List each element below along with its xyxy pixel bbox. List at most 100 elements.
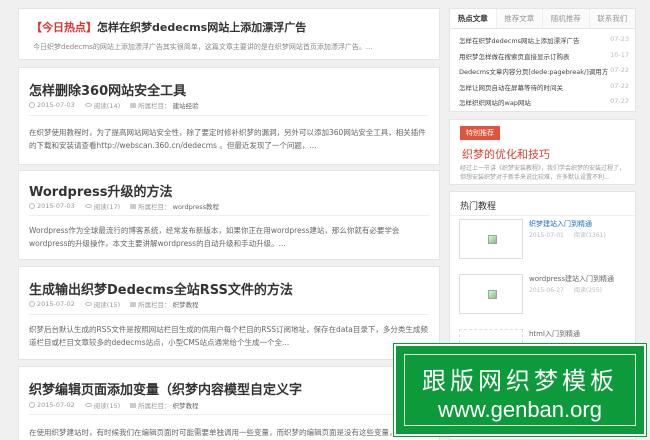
list-item-title: 怎样让网页自动在屏幕等待的时间关 — [459, 83, 563, 92]
hot-title-text: 怎样在织梦dedecms网站上添加漂浮广告 — [97, 21, 307, 34]
tutorial-views: 阅读(1361) — [573, 232, 606, 239]
tab-recommended[interactable]: 推荐文章 — [496, 9, 543, 28]
category-link[interactable]: 建站经验 — [173, 100, 199, 110]
list-item-date: 07-23 — [610, 35, 629, 43]
article-views: 阅读(17) — [93, 203, 121, 211]
article-meta: 2015-07-03 阅读(17) 所属栏目： wordpress教程 — [29, 201, 219, 211]
broken-image-icon — [488, 235, 497, 244]
hot-description: 今日织梦dedecms的网站上添加漂浮广告其实很简单，这篇文章主要讲的是在织梦网… — [33, 43, 373, 51]
today-hot-card: 【今日热点】怎样在织梦dedecms网站上添加漂浮广告 今日织梦dedecms的… — [18, 8, 440, 60]
special-recommend-box: 特别推荐 织梦的优化和技巧 经过上一节讲《织梦安装教程》，我们学会织梦的安装过程… — [449, 119, 636, 185]
promo-title[interactable]: 织梦的优化和技巧 — [462, 146, 550, 162]
promo-description: 经过上一节讲《织梦安装教程》，我们学会织梦的安装过程了，但想安装织梦对于新手来说… — [460, 165, 626, 181]
list-item[interactable]: 怎样在织梦dedecms网站上添加漂浮广告 07-23 — [459, 35, 629, 51]
divider — [29, 314, 429, 315]
folder-icon — [130, 301, 137, 307]
list-item-date: 07-22 — [610, 81, 629, 90]
list-item-title: 怎样在织梦dedecms网站上添加漂浮广告 — [459, 37, 580, 45]
tutorial-item[interactable]: wordpress建站入门到精通 2015-06-27 阅读(255) — [459, 274, 629, 314]
hot-articles-box: 热点文章 推荐文章 随机推荐 联系我们 怎样在织梦dedecms网站上添加漂浮广… — [449, 8, 636, 112]
category-link[interactable]: wordpress教程 — [173, 201, 219, 211]
article-date: 2015-07-02 — [37, 401, 75, 409]
watermark-url: www.genban.org — [438, 397, 602, 422]
category-label: 所属栏目： — [138, 402, 171, 410]
tutorial-title[interactable]: html入门到精通 — [529, 329, 580, 339]
list-item-title: 用织梦怎样做在搜索页直接显示订购表 — [459, 52, 570, 61]
tab-hot-articles[interactable]: 热点文章 — [450, 9, 497, 28]
eye-icon — [84, 204, 92, 208]
clock-icon — [29, 301, 35, 307]
folder-icon — [130, 102, 137, 108]
hot-tag: 【今日热点】 — [31, 21, 97, 34]
category-label: 所属栏目： — [138, 102, 171, 110]
article-title[interactable]: 怎样删除360网站安全工具 — [29, 80, 186, 99]
list-item-date: 10-17 — [610, 50, 629, 59]
section-title: 热门教程 — [460, 202, 497, 212]
article-card: 怎样删除360网站安全工具 2015-07-03 阅读(14) 所属栏目： 建站经… — [18, 67, 440, 165]
article-title[interactable]: 生成输出织梦Dedecms全站RSS文件的方法 — [29, 279, 293, 298]
tab-contact[interactable]: 联系我们 — [589, 9, 635, 28]
article-views: 阅读(14) — [93, 102, 121, 110]
folder-icon — [130, 203, 137, 209]
tab-random[interactable]: 随机推荐 — [543, 9, 590, 28]
promo-badge: 特别推荐 — [460, 126, 500, 140]
list-item-date: 07-22 — [610, 97, 629, 105]
article-list: 【今日热点】怎样在织梦dedecms网站上添加漂浮广告 今日织梦dedecms的… — [18, 0, 440, 440]
tutorial-meta: 2015-07-01 阅读(1361) — [529, 230, 606, 239]
article-summary: 织梦后台默认生成的RSS文件是按照网站栏目生成的供用户每个栏目的RSS订阅地址，… — [29, 325, 428, 347]
thumbnail[interactable] — [459, 219, 523, 259]
divider — [29, 414, 429, 415]
tutorial-item[interactable]: 织梦建站入门到精通 2015-07-01 阅读(1361) — [459, 219, 629, 259]
eye-icon — [84, 103, 92, 107]
list-item[interactable]: Dedecms文章内容分页[dede:pagebreak/]调用方 07-22 — [459, 66, 629, 82]
article-meta: 2015-07-02 阅读(15) 所属栏目： 织梦教程 — [29, 299, 199, 309]
article-summary: Wordpress作为全球最流行的博客系统，经常发布新版本，如果你正在用word… — [29, 226, 400, 248]
list-item-date: 07-22 — [610, 66, 629, 74]
tutorial-date: 2015-06-27 — [529, 287, 564, 294]
watermark-title: 跟版网织梦模板 — [422, 367, 618, 395]
tutorial-views: 阅读(255) — [573, 287, 603, 294]
eye-icon — [84, 302, 92, 306]
watermark-frame: 跟版网织梦模板 www.genban.org — [404, 354, 636, 426]
list-item[interactable]: 用织梦怎样做在搜索页直接显示订购表 10-17 — [459, 51, 629, 67]
hot-list: 怎样在织梦dedecms网站上添加漂浮广告 07-23 用织梦怎样做在搜索页直接显… — [459, 35, 629, 113]
thumbnail[interactable] — [459, 274, 523, 314]
article-views: 阅读(15) — [93, 402, 121, 410]
article-card: 织梦编辑页面添加变量（织梦内容模型自定义字 2015-07-02 阅读(15) … — [18, 366, 440, 440]
article-card: 生成输出织梦Dedecms全站RSS文件的方法 2015-07-02 阅读(15… — [18, 266, 440, 360]
article-card: Wordpress升级的方法 2015-07-03 阅读(17) 所属栏目： wo… — [18, 170, 440, 260]
sidebar-tabs: 热点文章 推荐文章 随机推荐 联系我们 — [450, 9, 635, 29]
category-label: 所属栏目： — [138, 203, 171, 211]
hot-headline[interactable]: 【今日热点】怎样在织梦dedecms网站上添加漂浮广告 — [31, 19, 306, 35]
site-watermark: 跟版网织梦模板 www.genban.org — [394, 344, 646, 436]
article-title[interactable]: Wordpress升级的方法 — [29, 181, 173, 200]
tutorial-meta: 2015-06-27 阅读(255) — [529, 285, 602, 294]
tutorial-title[interactable]: wordpress建站入门到精通 — [529, 274, 614, 284]
article-summary: 在使用织梦建站时，有时候我们在编辑页面时可能需要单独调用一些变量，而织梦的编辑页… — [29, 428, 427, 437]
list-item-title: Dedecms文章内容分页[dede:pagebreak/]调用方 — [459, 68, 609, 76]
divider — [29, 215, 429, 216]
clock-icon — [29, 102, 35, 108]
category-link[interactable]: 织梦教程 — [173, 299, 199, 309]
article-title[interactable]: 织梦编辑页面添加变量（织梦内容模型自定义字 — [29, 379, 302, 398]
article-meta: 2015-07-02 阅读(15) 所属栏目： 织梦教程 — [29, 400, 199, 410]
tutorial-title[interactable]: 织梦建站入门到精通 — [529, 219, 592, 229]
tutorial-date: 2015-07-01 — [529, 232, 564, 239]
divider — [450, 215, 635, 216]
divider — [29, 115, 429, 116]
eye-icon — [84, 403, 92, 407]
clock-icon — [29, 402, 35, 408]
folder-icon — [130, 402, 137, 408]
list-item[interactable]: 怎样让网页自动在屏幕等待的时间关 07-22 — [459, 82, 629, 98]
article-views: 阅读(15) — [93, 301, 121, 309]
list-item[interactable]: 怎样织织网站的wap网站 07-22 — [459, 97, 629, 113]
article-date: 2015-07-03 — [37, 202, 75, 210]
list-item-title: 怎样织织网站的wap网站 — [459, 99, 531, 107]
article-date: 2015-07-03 — [37, 101, 75, 109]
article-summary: 在织梦使用教程时，为了提高网站网站安全性，除了要定时修补织梦的漏洞，另外可以添加… — [29, 128, 426, 150]
clock-icon — [29, 203, 35, 209]
broken-image-icon — [488, 290, 497, 299]
article-date: 2015-07-02 — [37, 300, 75, 308]
category-link[interactable]: 织梦教程 — [173, 400, 199, 410]
article-meta: 2015-07-03 阅读(14) 所属栏目： 建站经验 — [29, 100, 199, 110]
